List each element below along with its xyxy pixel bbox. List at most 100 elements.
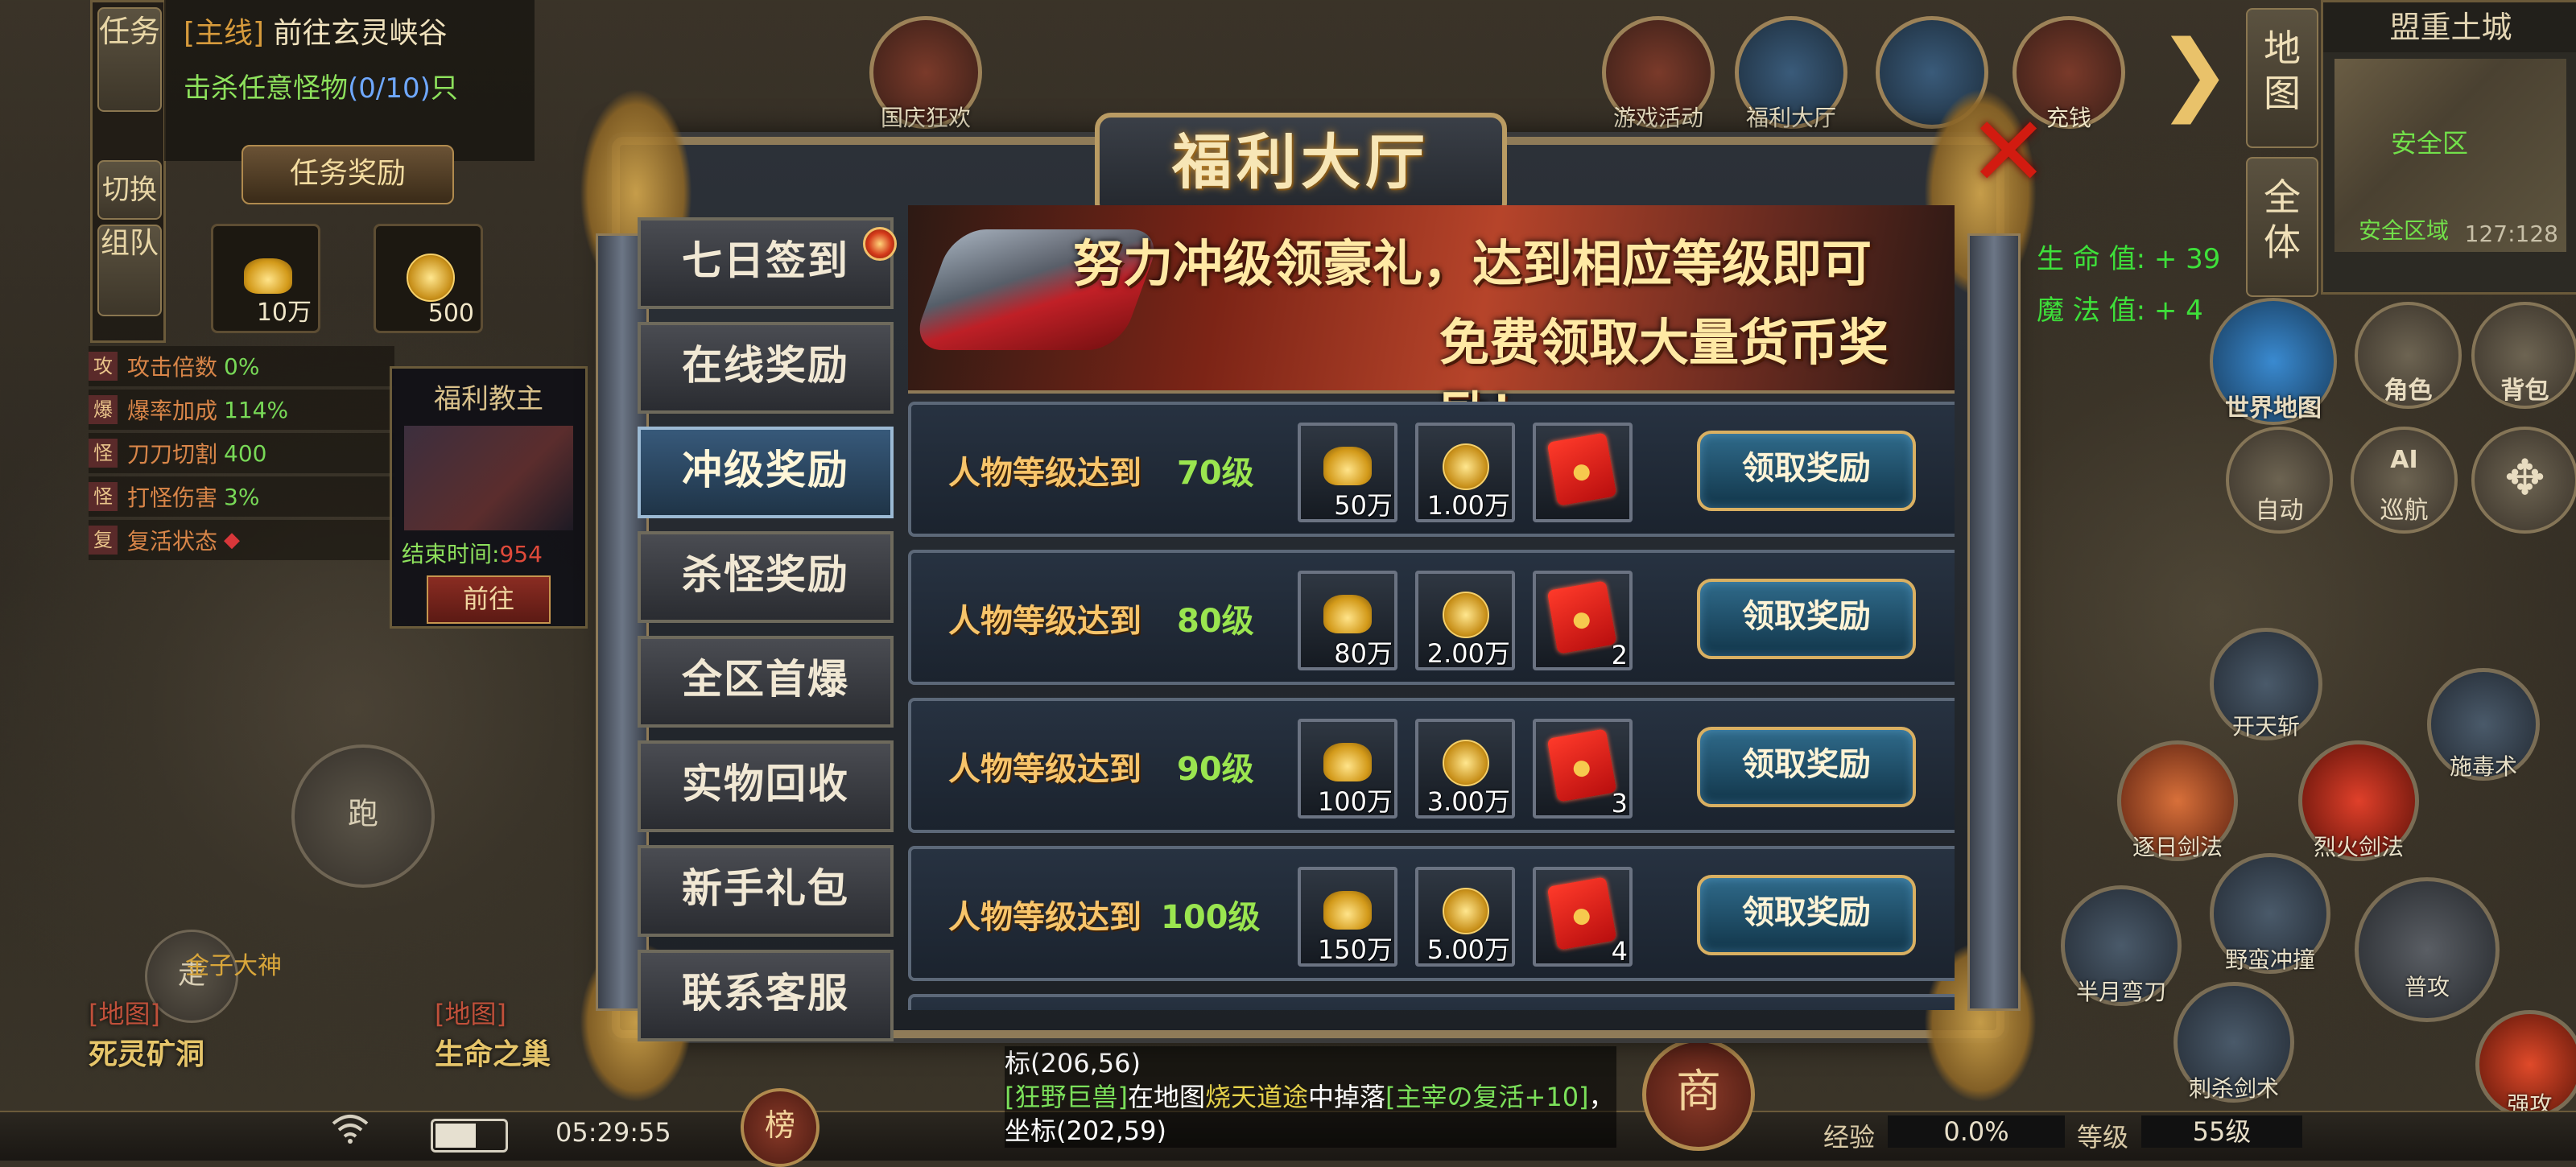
switch-button[interactable]: 切换 (97, 160, 162, 220)
reward-item-slot[interactable]: 3 (1533, 719, 1633, 819)
gold-ingot-icon (1323, 743, 1372, 781)
ranking-button[interactable]: 榜 (741, 1088, 819, 1167)
stat-value: 114% (224, 396, 289, 423)
tab-kill-reward[interactable]: 杀怪奖励 (638, 531, 894, 623)
red-envelope-icon (1546, 432, 1617, 506)
item-qty: 100万 (1317, 786, 1393, 817)
gold-ingot-icon (1323, 595, 1372, 633)
boss-go-button[interactable]: 前往 (427, 575, 551, 624)
gold-coin-icon (1443, 888, 1489, 934)
row-requirement: 人物等级达到 (948, 751, 1141, 788)
tab-customer-service[interactable]: 联系客服 (638, 950, 894, 1041)
stat-row: 复复活状态 ◆ (89, 520, 394, 560)
reward-item-slot[interactable]: 150万 (1298, 867, 1397, 967)
map-portal-right[interactable]: [地图] 生命之巢 (435, 994, 551, 1073)
reward-item-slot[interactable]: 4 (1533, 867, 1633, 967)
team-tab-button[interactable]: 组队 (97, 225, 162, 316)
tab-seven-day-signin[interactable]: 七日签到 (638, 217, 897, 309)
boss-card[interactable]: 福利教主 结束时间:954 前往 (390, 366, 588, 629)
all-button[interactable]: 全体 (2246, 157, 2318, 297)
level-label: 等级 (2077, 1122, 2129, 1153)
reward-item-slot[interactable]: 2.00万 (1415, 571, 1515, 670)
quest-reward-slot[interactable]: 10万 (211, 224, 320, 333)
character-button[interactable]: 角色 (2355, 302, 2462, 409)
reward-item-slot[interactable]: 1.00万 (1415, 423, 1515, 522)
player-coordinates: 127:128 (2464, 221, 2558, 247)
map-button[interactable]: 地图 (2246, 8, 2318, 148)
skill-button[interactable]: 开天斩 (2210, 628, 2322, 740)
safe-area-label: 安全区域 (2359, 217, 2450, 244)
skill-button[interactable]: 半月弯刀 (2061, 885, 2182, 1006)
quest-tracker[interactable]: [主线] 前往玄灵峡谷 击杀任意怪物(0/10)只 (164, 0, 535, 161)
minimap-title: 盟重土城 (2323, 2, 2576, 52)
tab-online-reward[interactable]: 在线奖励 (638, 322, 894, 414)
skill-button[interactable]: 强攻 (2475, 1010, 2576, 1119)
reward-item-slot[interactable]: 80万 (1298, 571, 1397, 670)
minimap[interactable]: 盟重土城 安全区 安全区域 127:128 (2321, 0, 2576, 295)
stat-key: 复 (89, 526, 118, 555)
welfare-hall-button[interactable]: 福利大厅 (1735, 16, 1847, 131)
close-icon[interactable]: ✕ (1964, 105, 2053, 201)
item-qty: 150万 (1317, 934, 1393, 965)
stat-row: 怪打怪伤害 3% (89, 476, 394, 517)
move-arrows-icon[interactable]: ✥ (2471, 427, 2576, 534)
item-qty: 3 (1611, 788, 1628, 819)
quest-objective-text: 击杀任意怪物 (184, 72, 348, 105)
quest-reward-button[interactable]: 任务奖励 (242, 145, 454, 204)
item-qty: 80万 (1334, 638, 1393, 669)
reward-item-slot[interactable] (1533, 423, 1633, 522)
wifi-icon (332, 1115, 369, 1144)
reward-item-slot[interactable]: 50万 (1298, 423, 1397, 522)
item-qty: 2 (1611, 640, 1628, 670)
ai-cruise-button[interactable]: AI 巡航 (2351, 427, 2458, 534)
skill-button[interactable]: 逐日剑法 (2117, 740, 2238, 861)
stat-row: 攻攻击倍数 0% (89, 346, 394, 386)
game-event-button[interactable]: 游戏活动 (1602, 16, 1715, 131)
quest-reward-slot[interactable]: 500 (374, 224, 483, 333)
map-portal-left[interactable]: [地图] 死灵矿洞 (89, 994, 204, 1073)
claim-reward-button[interactable]: 领取奖励 (1697, 579, 1916, 659)
run-toggle-button[interactable]: 跑 (291, 744, 435, 888)
quest-objective-suffix: 只 (430, 72, 458, 105)
reward-row: 人物等级达到 90级 100万 3.00万 3 领取奖励 (908, 698, 1955, 833)
tab-label: 全区首爆 (682, 656, 849, 703)
skill-button[interactable]: 刺杀剑术 (2174, 982, 2294, 1103)
reward-item-slot[interactable]: 5.00万 (1415, 867, 1515, 967)
chat-log[interactable]: 标(206,56) [狂野巨兽]在地图烧天道途中掉落[主宰の复活+10]，坐标(… (1005, 1046, 1616, 1148)
task-tab-button[interactable]: 任务 (97, 7, 162, 112)
tab-level-reward[interactable]: 冲级奖励 (638, 427, 894, 518)
safe-zone-marker: 安全区 (2391, 128, 2469, 159)
tab-server-first-drop[interactable]: 全区首爆 (638, 636, 894, 728)
reward-list[interactable]: 人物等级达到 70级 50万 1.00万 领取奖励 人物等级达到 80级 80万… (908, 402, 1955, 1010)
national-day-event-button[interactable]: 国庆狂欢 (869, 16, 982, 131)
world-map-button[interactable]: 世界地图 (2210, 298, 2337, 425)
basic-attack-button[interactable]: 普攻 (2355, 877, 2500, 1022)
reward-item-slot[interactable]: 3.00万 (1415, 719, 1515, 819)
claim-reward-button[interactable]: 领取奖励 (1697, 431, 1916, 511)
bag-button[interactable]: 背包 (2471, 302, 2576, 409)
auto-battle-button[interactable]: 自动 (2226, 427, 2333, 534)
minimap-view[interactable]: 安全区 安全区域 127:128 (2334, 59, 2566, 252)
skill-button[interactable]: 烈火剑法 (2298, 740, 2419, 861)
quest-tag: [主线] (184, 17, 265, 50)
claim-reward-button[interactable]: 领取奖励 (1697, 727, 1916, 807)
row-requirement: 人物等级达到 (948, 455, 1141, 492)
claim-reward-button[interactable]: 领取奖励 (1697, 875, 1916, 955)
tab-item-recycle[interactable]: 实物回收 (638, 740, 894, 832)
skill-label: 半月弯刀 (2075, 979, 2166, 1005)
cruise-label: 巡航 (2380, 497, 2429, 525)
dialog-title: 福利大厅 (1095, 113, 1507, 219)
skill-button[interactable]: 施毒术 (2427, 668, 2540, 781)
stat-name: 复活状态 (127, 528, 218, 555)
chat-item: [主宰の复活+10] (1385, 1082, 1589, 1112)
chevron-right-icon[interactable]: ❯ (2157, 28, 2231, 117)
shop-button[interactable]: 商 (1642, 1038, 1755, 1151)
skill-button[interactable]: 野蛮冲撞 (2210, 853, 2330, 974)
boss-time-label: 结束时间: (402, 541, 500, 567)
reward-item-slot[interactable]: 100万 (1298, 719, 1397, 819)
tab-newbie-pack[interactable]: 新手礼包 (638, 845, 894, 937)
banner-headline: 努力冲级领豪礼，达到相应等级即可 (1073, 234, 1872, 293)
gold-ingot-icon (1323, 447, 1372, 485)
reward-item-slot[interactable]: 2 (1533, 571, 1633, 670)
gem-icon: ◆ (224, 528, 241, 552)
